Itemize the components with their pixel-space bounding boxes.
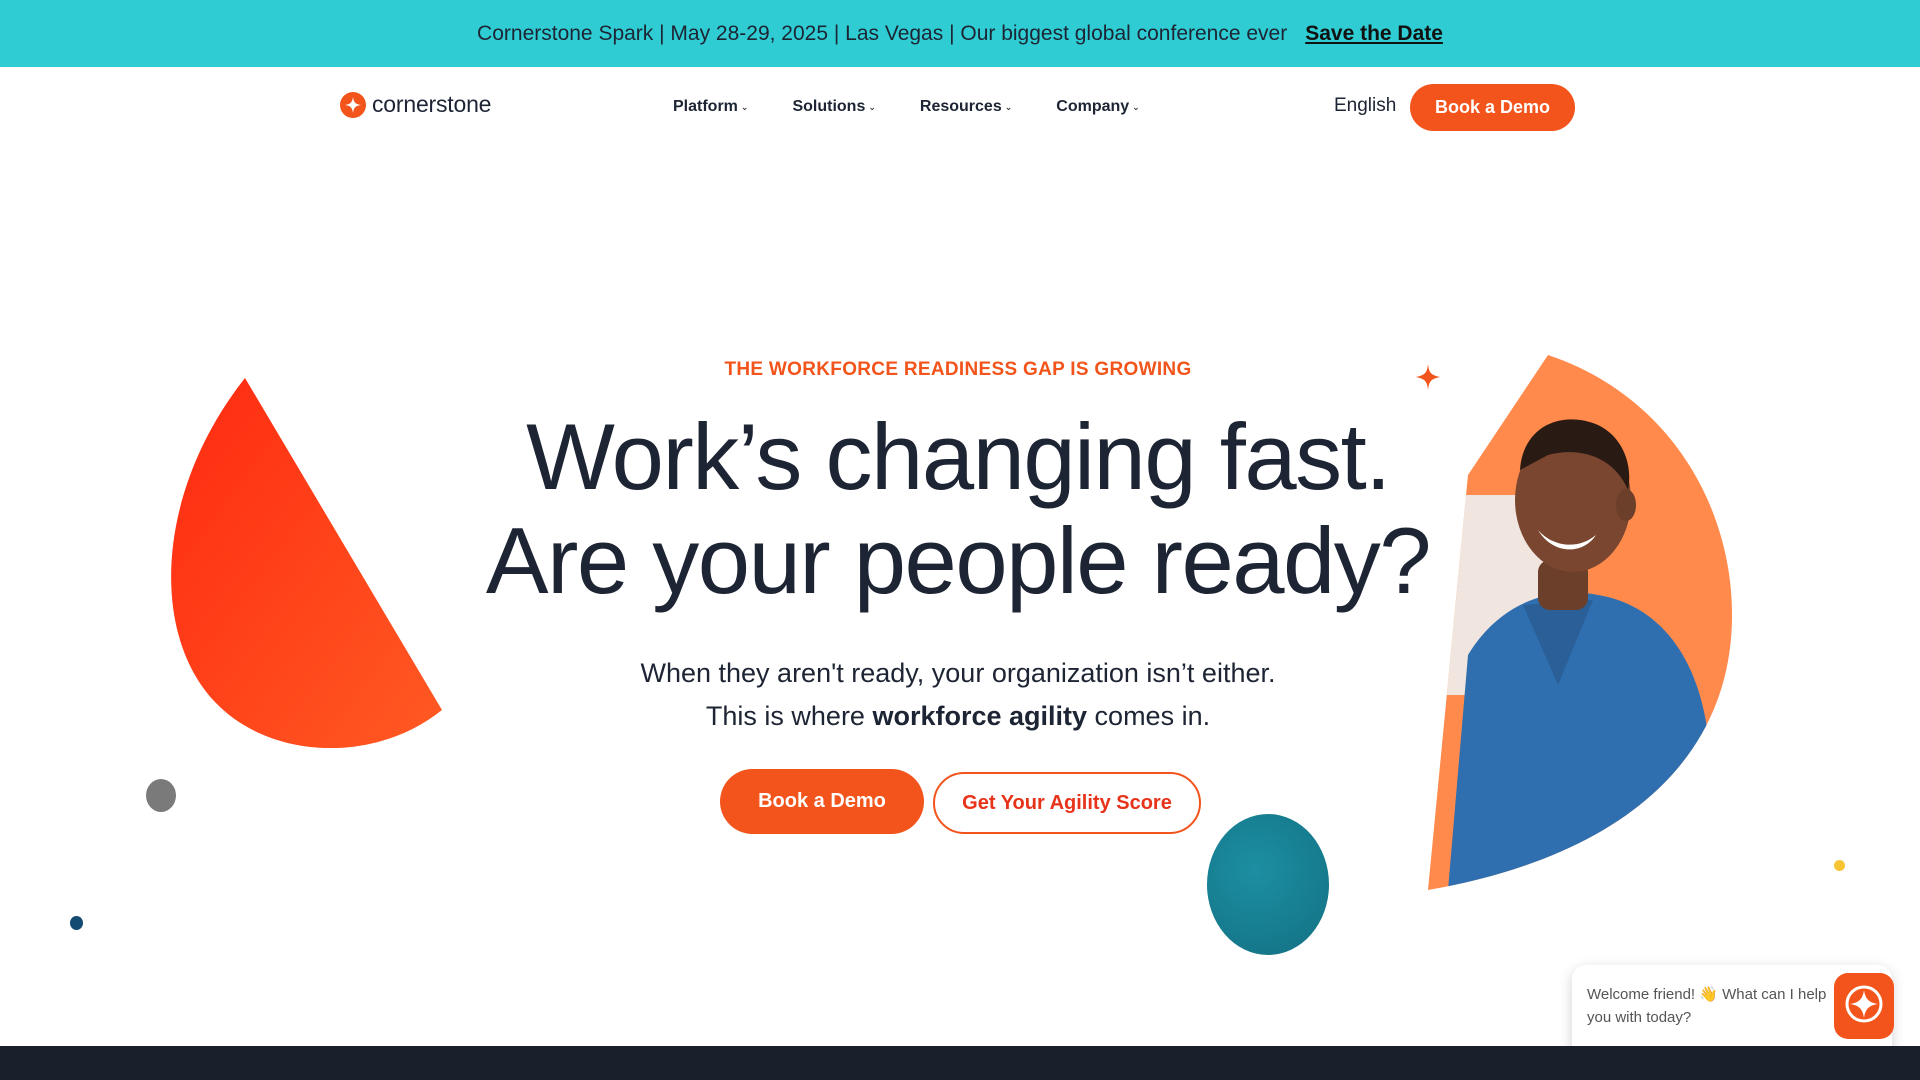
teal-circle-decoration xyxy=(1207,814,1329,955)
save-the-date-link[interactable]: Save the Date xyxy=(1305,22,1443,46)
announcement-bar: Cornerstone Spark | May 28-29, 2025 | La… xyxy=(0,0,1920,67)
logo-text: cornerstone xyxy=(372,91,492,117)
agility-score-button[interactable]: Get Your Agility Score xyxy=(933,772,1201,834)
site-header: cornerstone Platform ⌄ Solutions ⌄ Resou… xyxy=(0,67,1920,147)
hero-sub-line-2-pre: This is where xyxy=(705,701,873,731)
footer-band xyxy=(0,1046,1920,1080)
nav-item-solutions[interactable]: Solutions ⌄ xyxy=(792,98,875,116)
chat-widget[interactable]: Welcome friend! 👋 What can I help you wi… xyxy=(1572,965,1894,1059)
hero-sub-line-2-bold: workforce agility xyxy=(872,701,1088,731)
hero-sub-line-2-post: comes in. xyxy=(1087,701,1211,731)
chevron-down-icon: ⌄ xyxy=(740,101,749,112)
book-demo-button[interactable]: Book a Demo xyxy=(720,769,924,834)
main-nav: Platform ⌄ Solutions ⌄ Resources ⌄ Compa… xyxy=(673,98,1140,116)
chevron-down-icon: ⌄ xyxy=(1132,101,1140,112)
nav-item-resources[interactable]: Resources ⌄ xyxy=(920,98,1012,116)
cornerstone-star-icon xyxy=(340,91,366,118)
chat-launcher-button[interactable] xyxy=(1834,973,1894,1039)
nav-item-label: Company xyxy=(1056,98,1130,115)
nav-item-label: Resources xyxy=(919,98,1002,115)
nav-item-company[interactable]: Company ⌄ xyxy=(1056,98,1139,116)
language-selector[interactable]: English xyxy=(1334,95,1396,117)
chat-welcome-message: Welcome friend! 👋 What can I help you wi… xyxy=(1587,986,1827,1026)
chevron-down-icon: ⌄ xyxy=(1004,101,1013,112)
book-demo-header-button[interactable]: Book a Demo xyxy=(1410,84,1575,131)
yellow-dot-decoration xyxy=(1834,860,1845,871)
nav-item-label: Solutions xyxy=(792,98,866,115)
cornerstone-star-icon xyxy=(1844,984,1884,1029)
hero-person-image xyxy=(1428,355,1732,890)
nav-item-platform[interactable]: Platform ⌄ xyxy=(673,98,748,116)
nav-item-label: Platform xyxy=(673,98,738,115)
navy-dot-decoration xyxy=(70,916,83,930)
announcement-text: Cornerstone Spark | May 28-29, 2025 | La… xyxy=(477,21,1288,45)
chevron-down-icon: ⌄ xyxy=(868,101,876,112)
logo[interactable]: cornerstone xyxy=(340,91,491,118)
gray-dot-decoration xyxy=(146,779,176,812)
